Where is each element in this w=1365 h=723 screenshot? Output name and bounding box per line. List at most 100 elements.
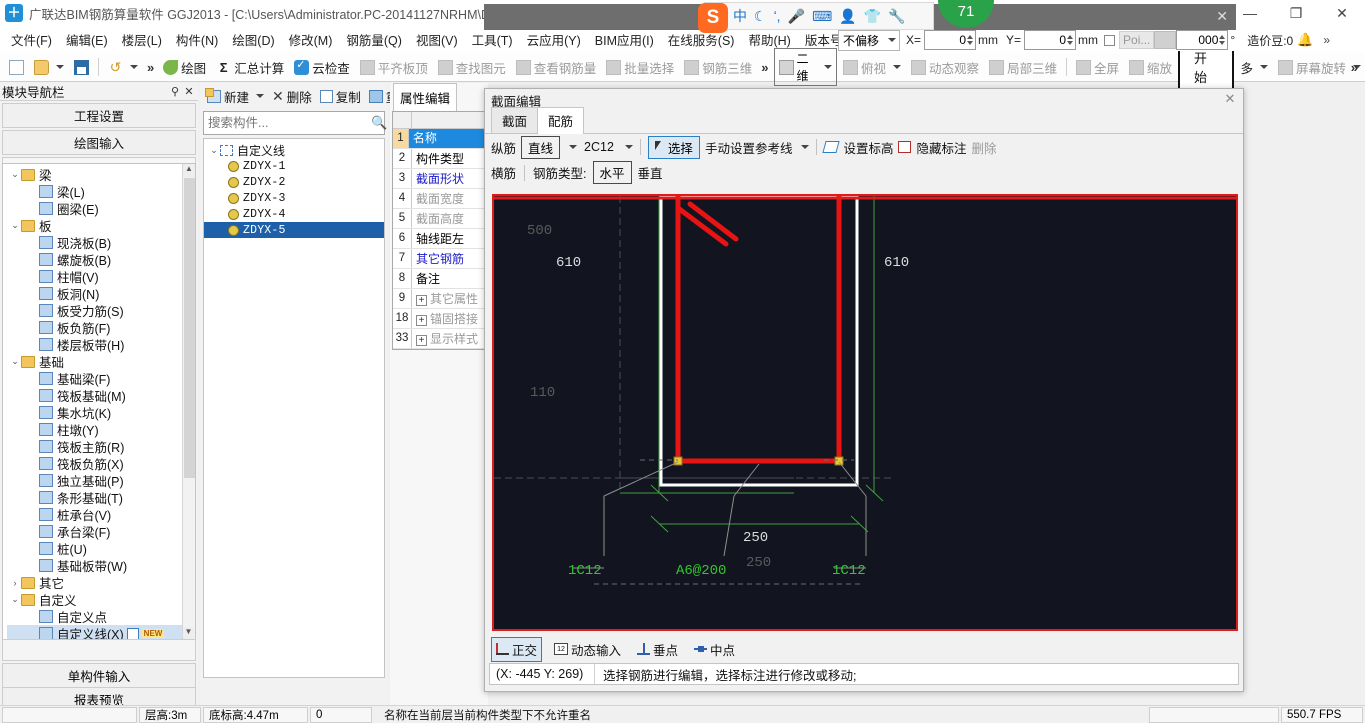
nav-item[interactable]: 承台梁(F) [7,523,195,540]
component-new-button[interactable]: 新建 [204,85,267,108]
expand-icon[interactable]: + [416,295,427,306]
toolbar-find-element[interactable]: 查找图元 [434,56,510,79]
property-row[interactable]: 33 + 显示样式 [393,329,487,349]
component-item[interactable]: ZDYX-3 [204,190,384,206]
offset-mode-select[interactable]: 不偏移 [838,29,900,51]
section-drawing-canvas[interactable]: 500 610 610 110 250 250 1C12 A6@200 1C12 [492,194,1238,631]
offset-x-stepper[interactable] [967,35,974,45]
nav-button-project-settings[interactable]: 工程设置 [2,103,196,128]
component-copy-button[interactable]: 复制 [317,85,364,108]
offset-x-input[interactable]: 0 [924,30,977,50]
nav-item[interactable]: 现浇板(B) [7,234,195,251]
nav-item[interactable]: 桩(U) [7,540,195,557]
snap-ortho-button[interactable]: 正交 [491,636,543,662]
select-tool-button[interactable]: 选择 [647,135,700,159]
close-button[interactable]: ✕ [1319,0,1365,26]
nav-item[interactable]: 板洞(N) [7,285,195,302]
toolbar-top-view[interactable]: 俯视 [839,56,905,79]
wrench-icon[interactable]: 🔧 [888,8,905,25]
tab-property-edit[interactable]: 属性编辑 [393,83,458,111]
snap-perpendicular-button[interactable]: 垂点 [633,638,682,661]
chevron-down-icon[interactable]: ⌄ [9,220,21,231]
menu-item-floor[interactable]: 楼层(L) [115,27,169,52]
scroll-up-icon[interactable]: ▲ [183,164,195,177]
offset-y-stepper[interactable] [1067,35,1074,45]
toolbar-cloud-check[interactable]: 云检查 [290,56,354,79]
snap-dynamic-input-button[interactable]: 12 动态输入 [550,638,625,661]
nav-folder[interactable]: ⌄ 梁 [7,166,195,183]
search-icon[interactable]: 🔍 [371,115,387,131]
nav-item[interactable]: 柱帽(V) [7,268,195,285]
chevron-right-icon[interactable]: › [9,578,21,588]
nav-combo-strip[interactable] [2,639,196,661]
sogou-logo-icon[interactable]: S [698,3,728,33]
chevron-down-icon[interactable]: ⌄ [9,356,21,367]
chevron-down-icon[interactable]: ⌄ [9,594,21,605]
angle-stepper[interactable] [1219,35,1226,45]
toolbar-draw[interactable]: 绘图 [159,56,210,79]
toolbar-local-3d[interactable]: 局部三维 [985,56,1061,79]
offset-checkbox[interactable] [1104,34,1116,46]
skin-icon[interactable]: 👕 [864,8,881,25]
toolbar-rebar-3d[interactable]: 钢筋三维 [680,56,756,79]
set-elevation-label[interactable]: 设置标高 [843,138,893,157]
toolbar-fullscreen[interactable]: 全屏 [1072,56,1123,79]
property-row[interactable]: 1 名称 [393,129,487,149]
nav-close-icon[interactable]: ✕ [182,85,196,98]
nav-item[interactable]: 圈梁(E) [7,200,195,217]
property-row[interactable]: 2 构件类型 [393,149,487,169]
expand-icon[interactable]: + [416,315,427,326]
tab-reinforcement[interactable]: 配筋 [537,107,585,134]
chevron-down-icon[interactable]: ⌄ [9,169,21,180]
menu-item-component[interactable]: 构件(N) [169,27,225,52]
reference-line-label[interactable]: 手动设置参考线 [705,138,793,157]
toolbar-align-slab-top[interactable]: 平齐板顶 [356,56,432,79]
tab-section[interactable]: 截面 [491,107,539,133]
nav-item[interactable]: 条形基础(T) [7,489,195,506]
maximize-button[interactable]: ❐ [1273,0,1319,26]
menu-item-modify[interactable]: 修改(M) [282,27,340,52]
menu-item-bim-app[interactable]: BIM应用(I) [588,27,661,52]
nav-item[interactable]: 螺旋板(B) [7,251,195,268]
bell-icon[interactable]: 🔔 [1297,32,1313,48]
toolbar-batch-select[interactable]: 批量选择 [602,56,678,79]
chevron-down-icon[interactable]: ⌄ [208,145,220,156]
toolbar-overflow3-icon[interactable]: » [1348,60,1361,75]
nav-item[interactable]: 筏板负筋(X) [7,455,195,472]
menu-item-tools[interactable]: 工具(T) [465,27,520,52]
menu-item-rebar-qty[interactable]: 钢筋量(Q) [339,27,409,52]
snap-midpoint-button[interactable]: 中点 [690,638,739,661]
toolbar-undo[interactable]: ↺ [104,58,142,77]
nav-item[interactable]: 楼层板带(H) [7,336,195,353]
rebar-spec-value[interactable]: 2C12 [582,139,616,155]
toolbar-more[interactable]: 多 [1236,56,1272,79]
component-search-row[interactable]: 🔍 [203,111,387,135]
nav-item[interactable]: 柱墩(Y) [7,421,195,438]
menu-item-draw[interactable]: 绘图(D) [225,27,281,52]
nav-item[interactable]: 筏板主筋(R) [7,438,195,455]
menu-item-file[interactable]: 文件(F) [4,27,59,52]
ref-line-chevron-down-icon[interactable] [801,145,810,149]
poi-button[interactable] [1154,31,1177,49]
nav-button-draw-input[interactable]: 绘图输入 [2,130,196,155]
nav-folder[interactable]: ⌄ 基础 [7,353,195,370]
delete-label[interactable]: 删除 [971,138,996,157]
nav-button-single-component[interactable]: 单构件输入 [2,663,196,688]
toolbar-zoom[interactable]: 缩放 [1125,56,1176,79]
nav-tree-scrollbar[interactable]: ▲ ▼ [182,164,195,640]
dialog-close-icon[interactable]: ✕ [1221,91,1239,107]
property-row[interactable]: 3 截面形状 [393,169,487,189]
toolbar-overflow2-icon[interactable]: » [758,60,771,75]
property-row[interactable]: 18 + 锚固搭接 [393,309,487,329]
component-item[interactable]: ZDYX-4 [204,206,384,222]
pinyin-icon[interactable]: ʻ, [774,8,781,24]
property-row[interactable]: 7 其它钢筋 [393,249,487,269]
angle-input[interactable]: 000 [1176,30,1229,50]
property-row[interactable]: 5 截面高度 [393,209,487,229]
rebar-type-vertical[interactable]: 垂直 [638,163,663,182]
offset-y-input[interactable]: 0 [1024,30,1077,50]
property-row[interactable]: 6 轴线距左 [393,229,487,249]
nav-folder[interactable]: ⌄ 自定义 [7,591,195,608]
nav-item[interactable]: 桩承台(V) [7,506,195,523]
view-mode-select[interactable]: 二维 [773,48,838,86]
